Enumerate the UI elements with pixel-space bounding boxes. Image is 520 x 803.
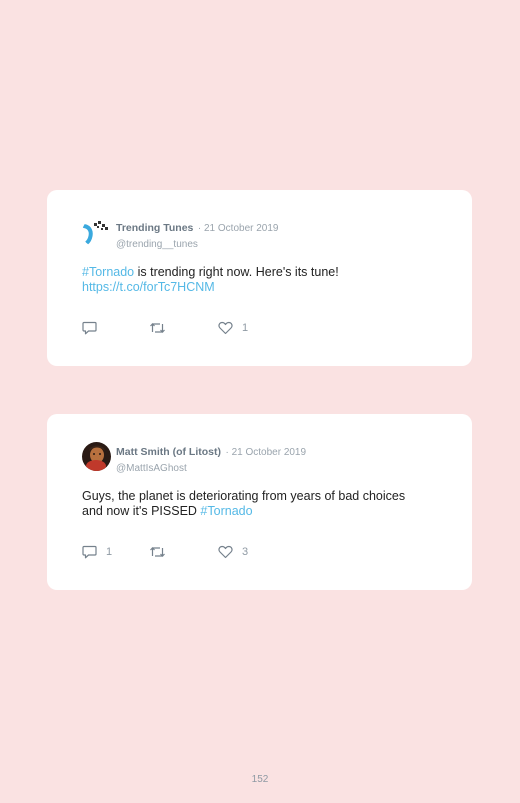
like-icon: [218, 545, 233, 559]
reply-count: 1: [106, 546, 113, 558]
separator: ·: [225, 447, 229, 458]
retweet-icon: [150, 547, 165, 557]
display-name[interactable]: Trending Tunes: [116, 222, 193, 234]
page-number: 152: [251, 774, 269, 785]
tweet-actions: 1: [82, 321, 382, 337]
tweet-card[interactable]: Matt Smith (of Litost) · 21 October 2019…: [47, 414, 472, 590]
tweet-text-segment: is trending right now. Here's its tune!: [134, 265, 339, 279]
tweet-text: #Tornado is trending right now. Here's i…: [82, 265, 422, 295]
separator: ·: [197, 223, 202, 234]
avatar[interactable]: [82, 218, 111, 247]
tweet-date[interactable]: 21 October 2019: [232, 447, 307, 458]
user-handle[interactable]: @MattIsAGhost: [116, 463, 306, 474]
hashtag-link[interactable]: #Tornado: [82, 265, 134, 279]
like-icon: [218, 321, 233, 335]
display-name[interactable]: Matt Smith (of Litost): [116, 446, 221, 458]
like-count: 3: [242, 546, 249, 558]
tweet-card[interactable]: Trending Tunes · 21 October 2019 @trendi…: [47, 190, 472, 366]
avatar[interactable]: [82, 442, 111, 471]
like-button[interactable]: 1: [218, 321, 248, 335]
reply-button[interactable]: [82, 321, 106, 335]
reply-button[interactable]: 1: [82, 545, 112, 559]
retweet-button[interactable]: [149, 321, 175, 335]
like-button[interactable]: 3: [218, 545, 248, 559]
tweet-date[interactable]: 21 October 2019: [204, 223, 279, 234]
reply-icon: [82, 545, 97, 559]
like-count: 1: [242, 322, 249, 334]
retweet-button[interactable]: [149, 545, 175, 559]
tweet-actions: 1 3: [82, 545, 382, 561]
user-handle[interactable]: @trending__tunes: [116, 239, 278, 250]
reply-icon: [82, 321, 97, 335]
retweet-icon: [150, 323, 165, 333]
url-link[interactable]: https://t.co/forTc7HCNM: [82, 280, 215, 294]
tweet-text: Guys, the planet is deteriorating from y…: [82, 489, 422, 519]
hashtag-link[interactable]: #Tornado: [200, 504, 252, 518]
